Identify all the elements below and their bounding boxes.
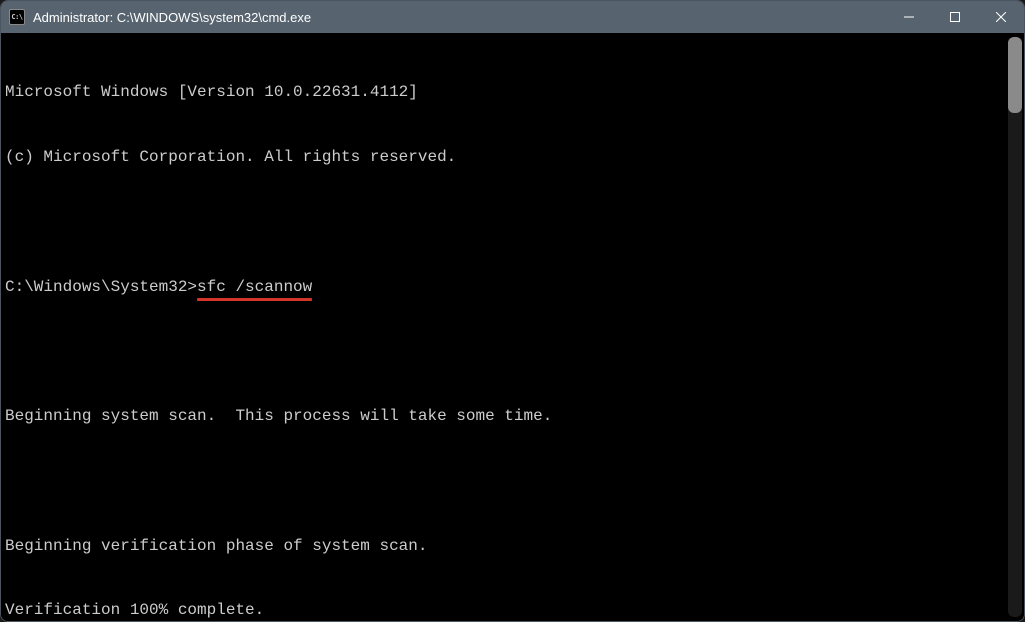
window-controls bbox=[886, 1, 1024, 33]
output-line: Beginning verification phase of system s… bbox=[5, 536, 1004, 558]
cmd-icon: C:\ bbox=[9, 9, 25, 25]
blank-line bbox=[5, 212, 1004, 234]
close-icon bbox=[996, 12, 1006, 22]
output-line: Verification 100% complete. bbox=[5, 600, 1004, 621]
output-line: (c) Microsoft Corporation. All rights re… bbox=[5, 147, 1004, 169]
terminal-body: Microsoft Windows [Version 10.0.22631.41… bbox=[1, 33, 1024, 621]
cmd-window: C:\ Administrator: C:\WINDOWS\system32\c… bbox=[0, 0, 1025, 622]
window-title: Administrator: C:\WINDOWS\system32\cmd.e… bbox=[33, 10, 886, 25]
minimize-button[interactable] bbox=[886, 1, 932, 33]
maximize-button[interactable] bbox=[932, 1, 978, 33]
maximize-icon bbox=[950, 12, 960, 22]
blank-line bbox=[5, 471, 1004, 493]
output-line: Beginning system scan. This process will… bbox=[5, 406, 1004, 428]
close-button[interactable] bbox=[978, 1, 1024, 33]
titlebar[interactable]: C:\ Administrator: C:\WINDOWS\system32\c… bbox=[1, 1, 1024, 33]
terminal-output[interactable]: Microsoft Windows [Version 10.0.22631.41… bbox=[1, 33, 1008, 621]
blank-line bbox=[5, 341, 1004, 363]
minimize-icon bbox=[904, 12, 914, 22]
scrollbar-thumb[interactable] bbox=[1008, 37, 1022, 113]
prompt-prefix: C:\Windows\System32> bbox=[5, 278, 197, 296]
output-line: Microsoft Windows [Version 10.0.22631.41… bbox=[5, 82, 1004, 104]
prompt-line: C:\Windows\System32>sfc /scannow bbox=[5, 277, 1004, 299]
scrollbar-track[interactable] bbox=[1008, 37, 1022, 617]
command-highlighted: sfc /scannow bbox=[197, 277, 312, 299]
